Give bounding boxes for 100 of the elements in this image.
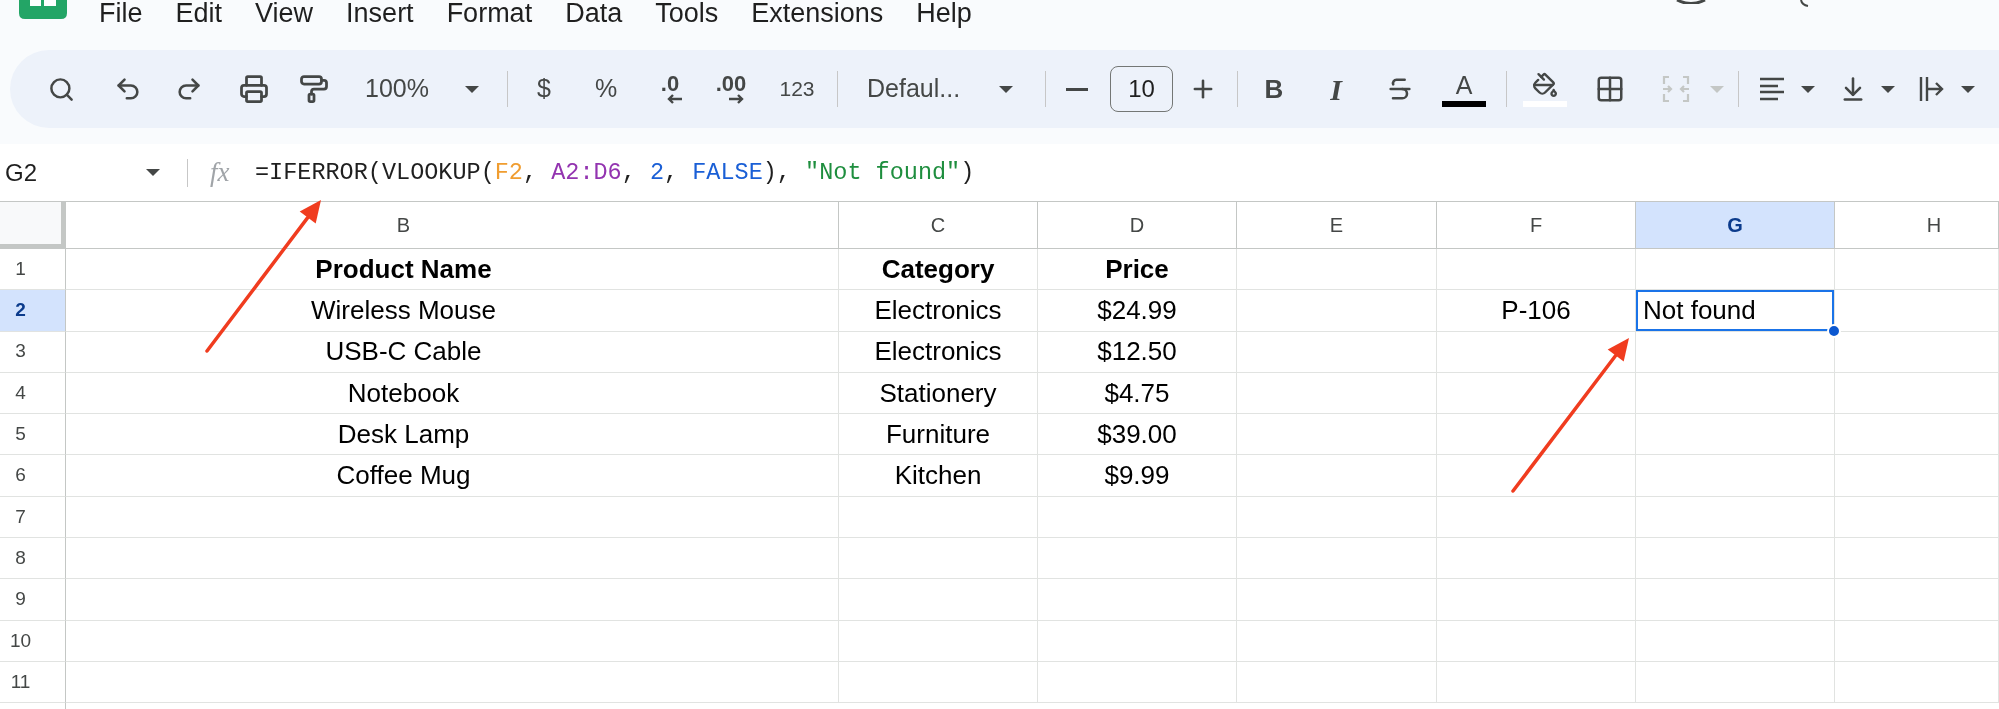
currency-format-button[interactable]: $ xyxy=(522,65,566,113)
text-color-button[interactable]: A xyxy=(1442,65,1486,113)
table-cell[interactable]: Category xyxy=(839,249,1038,291)
empty-cell[interactable] xyxy=(839,579,1038,621)
fill-handle[interactable] xyxy=(1827,323,1841,338)
empty-cell[interactable] xyxy=(1038,661,1237,704)
empty-cell[interactable] xyxy=(839,620,1038,662)
arc-icon[interactable] xyxy=(1676,0,1706,4)
empty-cell[interactable] xyxy=(1835,538,1999,580)
column-header[interactable]: G xyxy=(1636,202,1835,249)
row-header[interactable]: 10 xyxy=(0,620,66,662)
row-header[interactable]: 4 xyxy=(0,372,66,415)
empty-cell[interactable] xyxy=(1835,331,1999,373)
empty-cell[interactable] xyxy=(1636,455,1835,497)
row-header[interactable]: 5 xyxy=(0,414,66,456)
empty-cell[interactable] xyxy=(839,661,1038,704)
increase-decimal-button[interactable]: .00 xyxy=(709,65,753,113)
bold-button[interactable]: B xyxy=(1252,65,1296,113)
table-cell[interactable]: Stationery xyxy=(839,372,1038,415)
empty-cell[interactable] xyxy=(1038,579,1237,621)
table-cell[interactable]: Electronics xyxy=(839,331,1038,373)
empty-cell[interactable] xyxy=(1437,372,1636,415)
empty-cell[interactable] xyxy=(1237,331,1437,373)
table-cell[interactable]: Kitchen xyxy=(839,455,1038,497)
spreadsheet-logo-icon[interactable] xyxy=(19,0,67,19)
empty-cell[interactable] xyxy=(1437,496,1636,539)
empty-cell[interactable] xyxy=(1636,661,1835,704)
table-cell[interactable]: $24.99 xyxy=(1038,290,1237,332)
menu-item[interactable]: File xyxy=(99,0,143,26)
empty-cell[interactable] xyxy=(1636,579,1835,621)
empty-cell[interactable] xyxy=(1835,249,1999,291)
empty-cell[interactable] xyxy=(1237,496,1437,539)
column-header[interactable]: H xyxy=(1835,202,1999,249)
table-cell[interactable]: $4.75 xyxy=(1038,372,1237,415)
empty-cell[interactable] xyxy=(1237,579,1437,621)
row-header[interactable]: 6 xyxy=(0,455,66,497)
empty-cell[interactable] xyxy=(1835,372,1999,415)
font-dropdown[interactable]: Defaul... xyxy=(853,65,1022,113)
empty-cell[interactable] xyxy=(1437,620,1636,662)
empty-cell[interactable] xyxy=(1237,661,1437,704)
empty-cell[interactable] xyxy=(1237,620,1437,662)
menu-item[interactable]: View xyxy=(255,0,314,26)
formula-text[interactable]: =IFERROR(VLOOKUP(F2, A2:D6, 2, FALSE), "Not found") xyxy=(255,154,975,191)
menu-item[interactable]: Edit xyxy=(175,0,223,26)
table-cell[interactable]: Wireless Mouse xyxy=(66,290,839,332)
empty-cell[interactable] xyxy=(1437,414,1636,456)
empty-cell[interactable] xyxy=(1237,455,1437,497)
empty-cell[interactable] xyxy=(1038,496,1237,539)
empty-cell[interactable] xyxy=(1636,496,1835,539)
empty-cell[interactable] xyxy=(1835,579,1999,621)
table-cell[interactable]: $9.99 xyxy=(1038,455,1237,497)
row-header[interactable]: 8 xyxy=(0,538,66,580)
empty-cell[interactable] xyxy=(1237,372,1437,415)
table-cell[interactable]: $12.50 xyxy=(1038,331,1237,373)
table-cell[interactable]: Price xyxy=(1038,249,1237,291)
table-cell[interactable]: Desk Lamp xyxy=(66,414,839,456)
empty-cell[interactable] xyxy=(1636,414,1835,456)
menu-item[interactable]: Insert xyxy=(346,0,414,26)
empty-cell[interactable] xyxy=(1437,538,1636,580)
hook-icon[interactable] xyxy=(1799,0,1809,7)
empty-cell[interactable] xyxy=(1237,414,1437,456)
row-header[interactable]: 7 xyxy=(0,496,66,539)
select-all-corner[interactable] xyxy=(0,202,66,249)
row-header[interactable]: 2 xyxy=(0,290,66,332)
empty-cell[interactable] xyxy=(1038,620,1237,662)
empty-cell[interactable] xyxy=(1237,538,1437,580)
column-header[interactable]: E xyxy=(1237,202,1437,249)
table-cell[interactable]: USB-C Cable xyxy=(66,331,839,373)
empty-cell[interactable] xyxy=(1437,455,1636,497)
empty-cell[interactable] xyxy=(1835,496,1999,539)
column-header[interactable]: B xyxy=(66,202,839,249)
font-size-field[interactable]: 10 xyxy=(1110,66,1173,112)
empty-cell[interactable] xyxy=(1835,620,1999,662)
menu-item[interactable]: Data xyxy=(565,0,623,26)
row-header[interactable]: 1 xyxy=(0,249,66,291)
table-cell[interactable]: $39.00 xyxy=(1038,414,1237,456)
table-cell[interactable]: Notebook xyxy=(66,372,839,415)
empty-cell[interactable] xyxy=(839,496,1038,539)
menu-item[interactable]: Help xyxy=(916,0,972,26)
table-cell[interactable]: Coffee Mug xyxy=(66,455,839,497)
empty-cell[interactable] xyxy=(1835,455,1999,497)
decrease-decimal-button[interactable]: .0 xyxy=(648,65,692,113)
row-header[interactable]: 3 xyxy=(0,331,66,373)
empty-cell[interactable] xyxy=(1636,372,1835,415)
empty-cell[interactable] xyxy=(1636,249,1835,291)
empty-cell[interactable] xyxy=(1437,579,1636,621)
empty-cell[interactable] xyxy=(1437,249,1636,291)
zoom-dropdown[interactable]: 100% xyxy=(350,65,490,113)
table-cell[interactable]: Furniture xyxy=(839,414,1038,456)
column-header[interactable]: F xyxy=(1437,202,1636,249)
percent-format-button[interactable]: % xyxy=(584,65,628,113)
name-box[interactable]: G2 xyxy=(0,144,166,201)
empty-cell[interactable] xyxy=(1237,249,1437,291)
menu-item[interactable]: Extensions xyxy=(751,0,884,26)
column-header[interactable]: D xyxy=(1038,202,1237,249)
row-header[interactable]: 9 xyxy=(0,579,66,621)
empty-cell[interactable] xyxy=(1038,538,1237,580)
column-header[interactable]: C xyxy=(839,202,1038,249)
empty-cell[interactable] xyxy=(839,538,1038,580)
empty-cell[interactable] xyxy=(1437,661,1636,704)
